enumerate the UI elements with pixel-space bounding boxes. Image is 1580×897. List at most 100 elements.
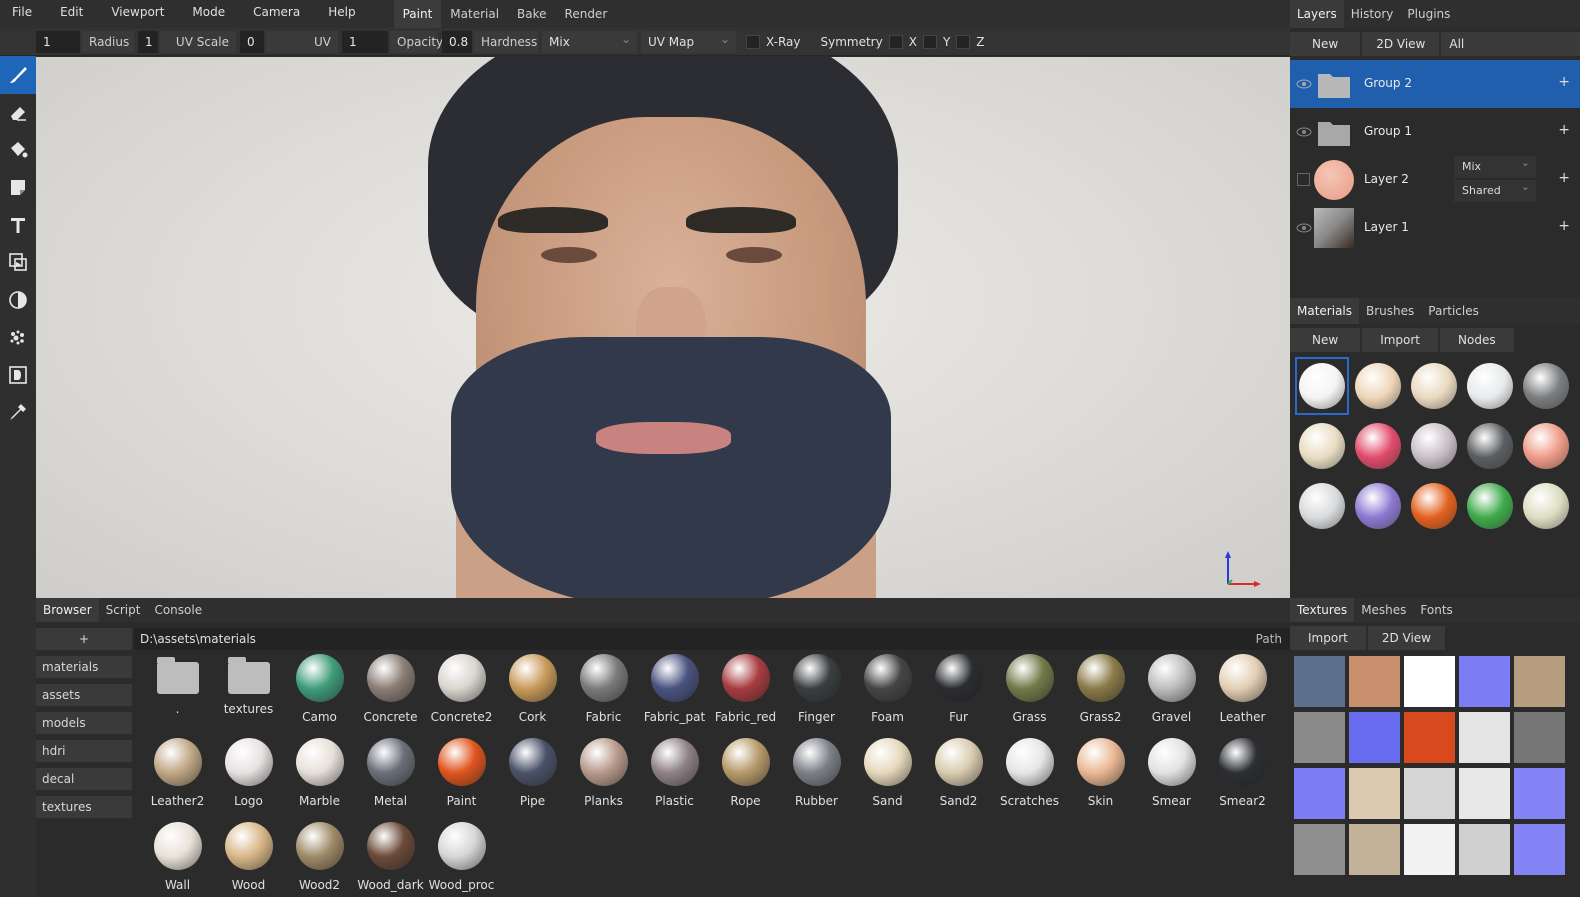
browser-item[interactable]: Camo [284,654,355,738]
clone-icon[interactable] [0,244,36,282]
menu-help[interactable]: Help [314,0,369,28]
visibility-checkbox[interactable] [1297,173,1310,186]
browser-item[interactable]: Wood_proc [426,822,497,897]
layer-mode-select[interactable]: Shared [1454,176,1536,202]
bake-icon[interactable] [0,356,36,394]
tab-plugins[interactable]: Plugins [1400,0,1457,28]
tab-fonts[interactable]: Fonts [1413,598,1459,622]
folder-hdri[interactable]: hdri [36,740,132,762]
folder-textures[interactable]: textures [36,796,132,818]
browser-item[interactable]: Grass2 [1065,654,1136,738]
layer-group-2[interactable]: Group 2 + [1290,60,1580,108]
browser-item[interactable]: Fabric [568,654,639,738]
folder-materials[interactable]: materials [36,656,132,678]
opacity-value[interactable]: 1 [342,30,388,53]
material-swatch[interactable] [1518,356,1574,416]
layer-group-1[interactable]: Group 1 + [1290,108,1580,156]
material-swatch[interactable] [1350,476,1406,536]
texture-tile[interactable] [1459,656,1510,707]
tab-history[interactable]: History [1344,0,1401,28]
tab-textures[interactable]: Textures [1290,598,1355,622]
visibility-eye-icon[interactable] [1296,220,1312,236]
decal-icon[interactable] [0,169,36,207]
tab-layers[interactable]: Layers [1290,0,1344,28]
uv-rotate-field[interactable]: 0 UV Rotate [240,30,338,71]
add-bookmark-button[interactable]: + [36,628,132,650]
layer-filter-select[interactable]: All [1441,32,1580,56]
browser-item[interactable]: Foam [852,654,923,738]
layer-add-icon[interactable]: + [1558,218,1570,234]
texture-tile[interactable] [1459,712,1510,763]
browser-item[interactable]: Gravel [1136,654,1207,738]
browser-item[interactable]: . [142,654,213,738]
browser-item[interactable]: Paint [426,738,497,822]
tab-brushes[interactable]: Brushes [1359,298,1421,324]
texture-tile[interactable] [1404,768,1455,819]
menu-file[interactable]: File [0,0,46,28]
texture-tile[interactable] [1404,824,1455,875]
browser-item[interactable]: Smear2 [1207,738,1278,822]
browser-item[interactable]: Wood [213,822,284,897]
texture-tile[interactable] [1349,712,1400,763]
material-swatch[interactable] [1294,476,1350,536]
layer-add-icon[interactable]: + [1558,170,1570,186]
path-input[interactable]: D:\assets\materials Path [134,628,1290,650]
material-swatch[interactable] [1350,416,1406,476]
browser-item[interactable]: Smear [1136,738,1207,822]
tab-console[interactable]: Console [147,598,209,622]
browser-item[interactable]: Sand2 [923,738,994,822]
browser-item[interactable]: Sand [852,738,923,822]
xray-checkbox[interactable] [746,34,760,49]
browser-item[interactable]: Fur [923,654,994,738]
texture-tile[interactable] [1349,824,1400,875]
texture-tile[interactable] [1294,712,1345,763]
material-swatch[interactable] [1462,356,1518,416]
material-swatch[interactable] [1518,416,1574,476]
uv-scale-field[interactable]: 1 UV Scale [138,30,236,53]
material-swatch[interactable] [1294,356,1350,416]
layer-blend-select[interactable]: Mix [1454,152,1536,178]
visibility-eye-icon[interactable] [1296,124,1312,140]
browser-item[interactable]: Scratches [994,738,1065,822]
material-swatch[interactable] [1294,416,1350,476]
browser-item[interactable]: Concrete [355,654,426,738]
browser-item[interactable]: Wall [142,822,213,897]
texture-tile[interactable] [1349,768,1400,819]
blur-icon[interactable] [0,281,36,319]
texture-tile[interactable] [1459,768,1510,819]
uv-map-select[interactable]: UV Map [641,28,736,53]
texture-tile[interactable] [1514,768,1565,819]
browser-item[interactable]: Metal [355,738,426,822]
tab-browser[interactable]: Browser [36,598,99,622]
texture-tile[interactable] [1459,824,1510,875]
text-icon[interactable] [0,206,36,244]
browser-item[interactable]: Rubber [781,738,852,822]
texture-tile[interactable] [1514,824,1565,875]
folder-assets[interactable]: assets [36,684,132,706]
tab-materials[interactable]: Materials [1290,298,1360,324]
uv-rotate-value[interactable]: 0 [240,30,264,53]
texture-tile[interactable] [1514,712,1565,763]
tab-particles[interactable]: Particles [1421,298,1486,324]
browser-item[interactable]: Concrete2 [426,654,497,738]
browser-item[interactable]: Logo [213,738,284,822]
browser-item[interactable]: Grass [994,654,1065,738]
browser-item[interactable]: Finger [781,654,852,738]
textures-2d-view-button[interactable]: 2D View [1367,626,1445,650]
texture-tile[interactable] [1404,656,1455,707]
layer-add-icon[interactable]: + [1558,122,1570,138]
browser-item[interactable]: Pipe [497,738,568,822]
fill-icon[interactable] [0,131,36,169]
brush-icon[interactable] [0,56,36,94]
browser-item[interactable]: Wood_dark [355,822,426,897]
hardness-value[interactable]: 0.8 [442,30,472,53]
material-swatch[interactable] [1406,476,1462,536]
radius-value[interactable]: 1 [36,30,80,53]
import-texture-button[interactable]: Import [1290,626,1366,650]
menu-edit[interactable]: Edit [46,0,97,28]
browser-item[interactable]: Rope [710,738,781,822]
layer-2[interactable]: Layer 2 Mix Shared + [1290,152,1580,204]
visibility-eye-icon[interactable] [1296,76,1312,92]
browser-item[interactable]: Fabric_red [710,654,781,738]
browser-item[interactable]: Leather2 [142,738,213,822]
